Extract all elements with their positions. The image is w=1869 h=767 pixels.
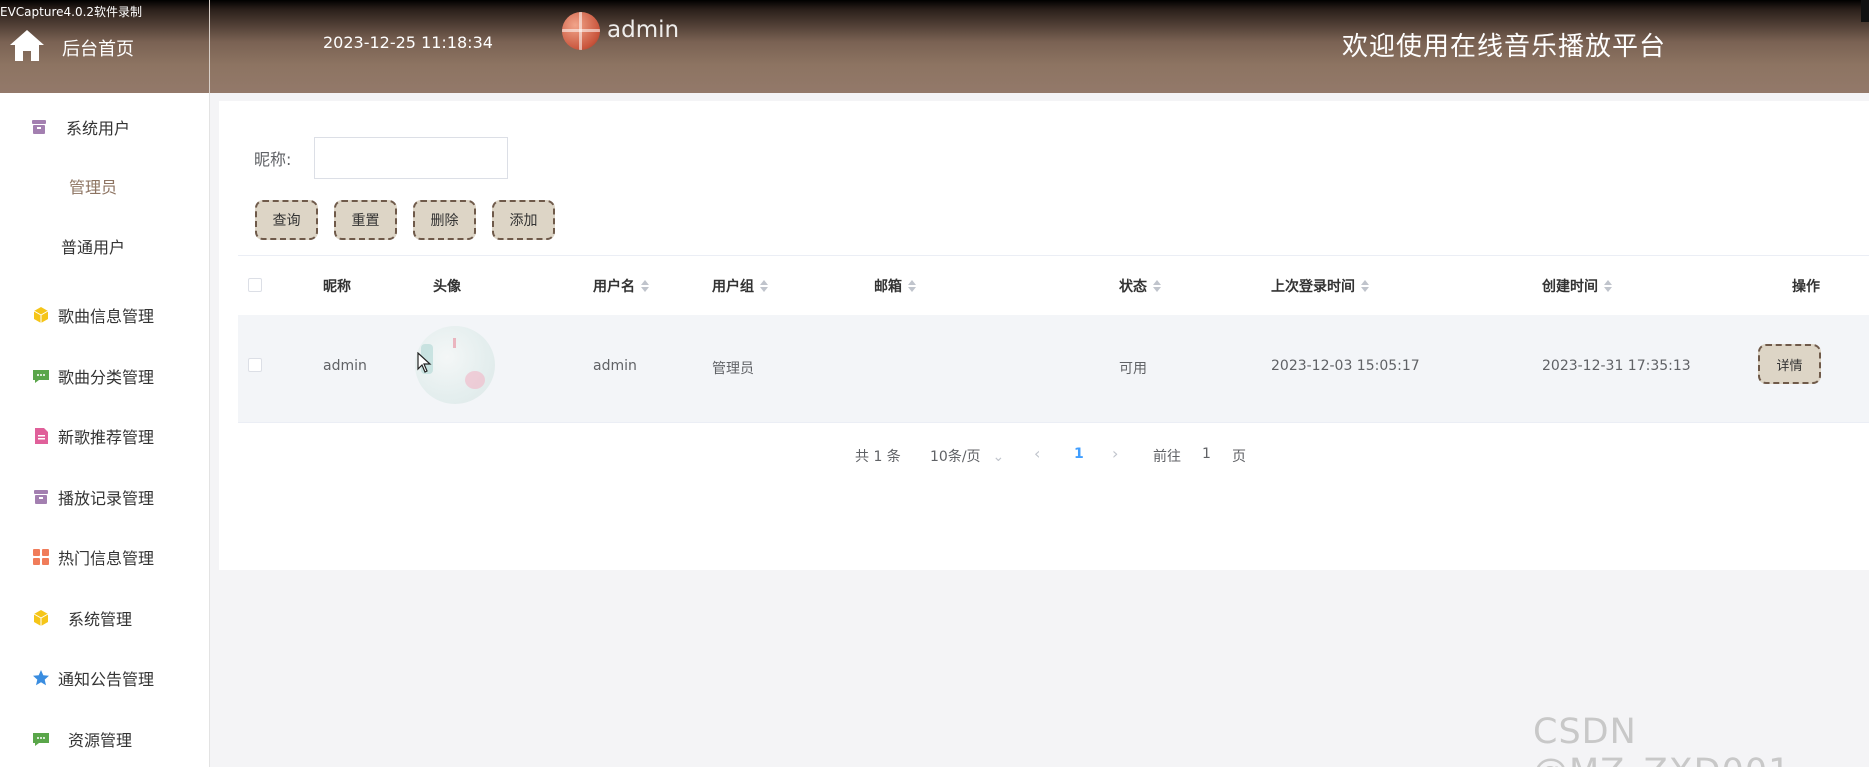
user-name[interactable]: admin <box>607 17 679 43</box>
sidebar-subitem-normal-users[interactable]: 普通用户 <box>0 228 186 268</box>
user-table: 昵称 头像 用户名 用户组 邮箱 状态 上次登录时间 创建时间 操作 admin… <box>238 255 1869 423</box>
table-row[interactable]: admin admin 管理员 可用 2023-12-03 15:05:17 2… <box>238 315 1869 423</box>
sidebar-item-play-records[interactable]: 播放记录管理 <box>0 477 210 517</box>
header-created[interactable]: 创建时间 <box>1542 276 1612 296</box>
sidebar-subitem-admin[interactable]: 管理员 <box>0 168 186 208</box>
query-button[interactable]: 查询 <box>255 200 318 240</box>
current-datetime: 2023-12-25 11:18:34 <box>323 33 493 52</box>
table-header: 昵称 头像 用户名 用户组 邮箱 状态 上次登录时间 创建时间 操作 <box>238 256 1869 315</box>
sidebar-item-notices[interactable]: 通知公告管理 <box>0 658 210 698</box>
sidebar-item-resources[interactable]: 资源管理 <box>0 719 210 759</box>
nickname-search-input[interactable] <box>314 137 508 179</box>
sort-icon <box>760 279 768 293</box>
home-link[interactable]: 后台首页 <box>0 0 210 93</box>
header-actions: 操作 <box>1792 279 1820 295</box>
current-page-number[interactable]: 1 <box>1074 446 1084 462</box>
sidebar-item-label: 通知公告管理 <box>58 670 155 689</box>
sidebar-item-label: 热门信息管理 <box>58 549 155 568</box>
header-nickname: 昵称 <box>323 279 351 295</box>
header-status[interactable]: 状态 <box>1119 276 1161 296</box>
goto-page-input[interactable]: 1 <box>1202 446 1211 462</box>
sort-icon <box>908 279 916 293</box>
user-avatar[interactable] <box>562 12 600 50</box>
page-size-select[interactable]: 10条/页 ⌄ <box>930 446 1004 466</box>
header-email[interactable]: 邮箱 <box>874 276 916 296</box>
archive-icon <box>32 488 50 506</box>
home-label: 后台首页 <box>62 38 134 60</box>
watermark: CSDN @MZ_ZXD001 <box>1533 712 1790 767</box>
header-group[interactable]: 用户组 <box>712 276 768 296</box>
goto-label: 前往 <box>1153 449 1181 465</box>
star-icon <box>32 669 50 687</box>
welcome-title: 欢迎使用在线音乐播放平台 <box>1342 32 1667 62</box>
row-username: admin <box>593 358 637 374</box>
row-group: 管理员 <box>712 361 754 377</box>
sidebar-item-label: 歌曲信息管理 <box>58 307 155 326</box>
chat-icon <box>32 367 50 385</box>
row-nickname: admin <box>323 358 367 374</box>
header-last-login[interactable]: 上次登录时间 <box>1271 276 1369 296</box>
sort-icon <box>1361 279 1369 293</box>
next-page-icon[interactable]: › <box>1112 444 1118 463</box>
top-header: EVCapture4.0.2软件录制 后台首页 2023-12-25 11:18… <box>0 0 1869 93</box>
sidebar-item-label: 系统管理 <box>68 610 133 629</box>
sidebar-item-new-songs[interactable]: 新歌推荐管理 <box>0 416 210 456</box>
select-all-checkbox[interactable] <box>248 278 262 292</box>
main-panel: 昵称: 查询 重置 删除 添加 昵称 头像 用户名 用户组 邮箱 状态 上次登录… <box>219 101 1869 570</box>
sidebar-item-label: 新歌推荐管理 <box>58 428 155 447</box>
detail-button[interactable]: 详情 <box>1758 344 1821 384</box>
document-icon <box>32 427 50 445</box>
reset-button[interactable]: 重置 <box>334 200 397 240</box>
cube-icon <box>32 609 50 627</box>
header-username[interactable]: 用户名 <box>593 276 649 296</box>
sidebar-item-hot-info[interactable]: 热门信息管理 <box>0 537 210 577</box>
grid-icon <box>32 548 50 566</box>
row-last-login: 2023-12-03 15:05:17 <box>1271 358 1420 374</box>
page-suffix: 页 <box>1232 449 1246 465</box>
cube-icon <box>32 306 50 324</box>
chat-icon <box>32 730 50 748</box>
sidebar-item-label: 系统用户 <box>66 119 131 138</box>
sort-icon <box>641 279 649 293</box>
prev-page-icon[interactable]: ‹ <box>1034 444 1040 463</box>
mouse-cursor-icon <box>417 351 433 374</box>
sidebar-item-label: 资源管理 <box>68 731 133 750</box>
header-avatar: 头像 <box>433 279 461 295</box>
add-button[interactable]: 添加 <box>492 200 555 240</box>
chevron-down-icon: ⌄ <box>992 449 1005 465</box>
row-status: 可用 <box>1119 361 1147 377</box>
sidebar: 系统用户 管理员 普通用户 歌曲信息管理 歌曲分类管理 新歌推荐管理 播放记录管… <box>0 93 210 767</box>
sidebar-item-system-mgmt[interactable]: 系统管理 <box>0 598 210 638</box>
sidebar-item-label: 歌曲分类管理 <box>58 368 155 387</box>
sort-icon <box>1604 279 1612 293</box>
capture-corner <box>1861 0 1869 22</box>
sidebar-item-system-users[interactable]: 系统用户 <box>0 107 210 147</box>
delete-button[interactable]: 删除 <box>413 200 476 240</box>
row-created: 2023-12-31 17:35:13 <box>1542 358 1691 374</box>
search-label: 昵称: <box>254 150 292 169</box>
sidebar-item-label: 播放记录管理 <box>58 489 155 508</box>
row-checkbox[interactable] <box>248 358 262 372</box>
sidebar-item-song-category[interactable]: 歌曲分类管理 <box>0 356 210 396</box>
pagination-total: 共 1 条 <box>855 449 901 465</box>
archive-icon <box>30 118 48 136</box>
home-icon <box>8 27 46 69</box>
sort-icon <box>1153 279 1161 293</box>
sidebar-item-song-info[interactable]: 歌曲信息管理 <box>0 295 210 335</box>
